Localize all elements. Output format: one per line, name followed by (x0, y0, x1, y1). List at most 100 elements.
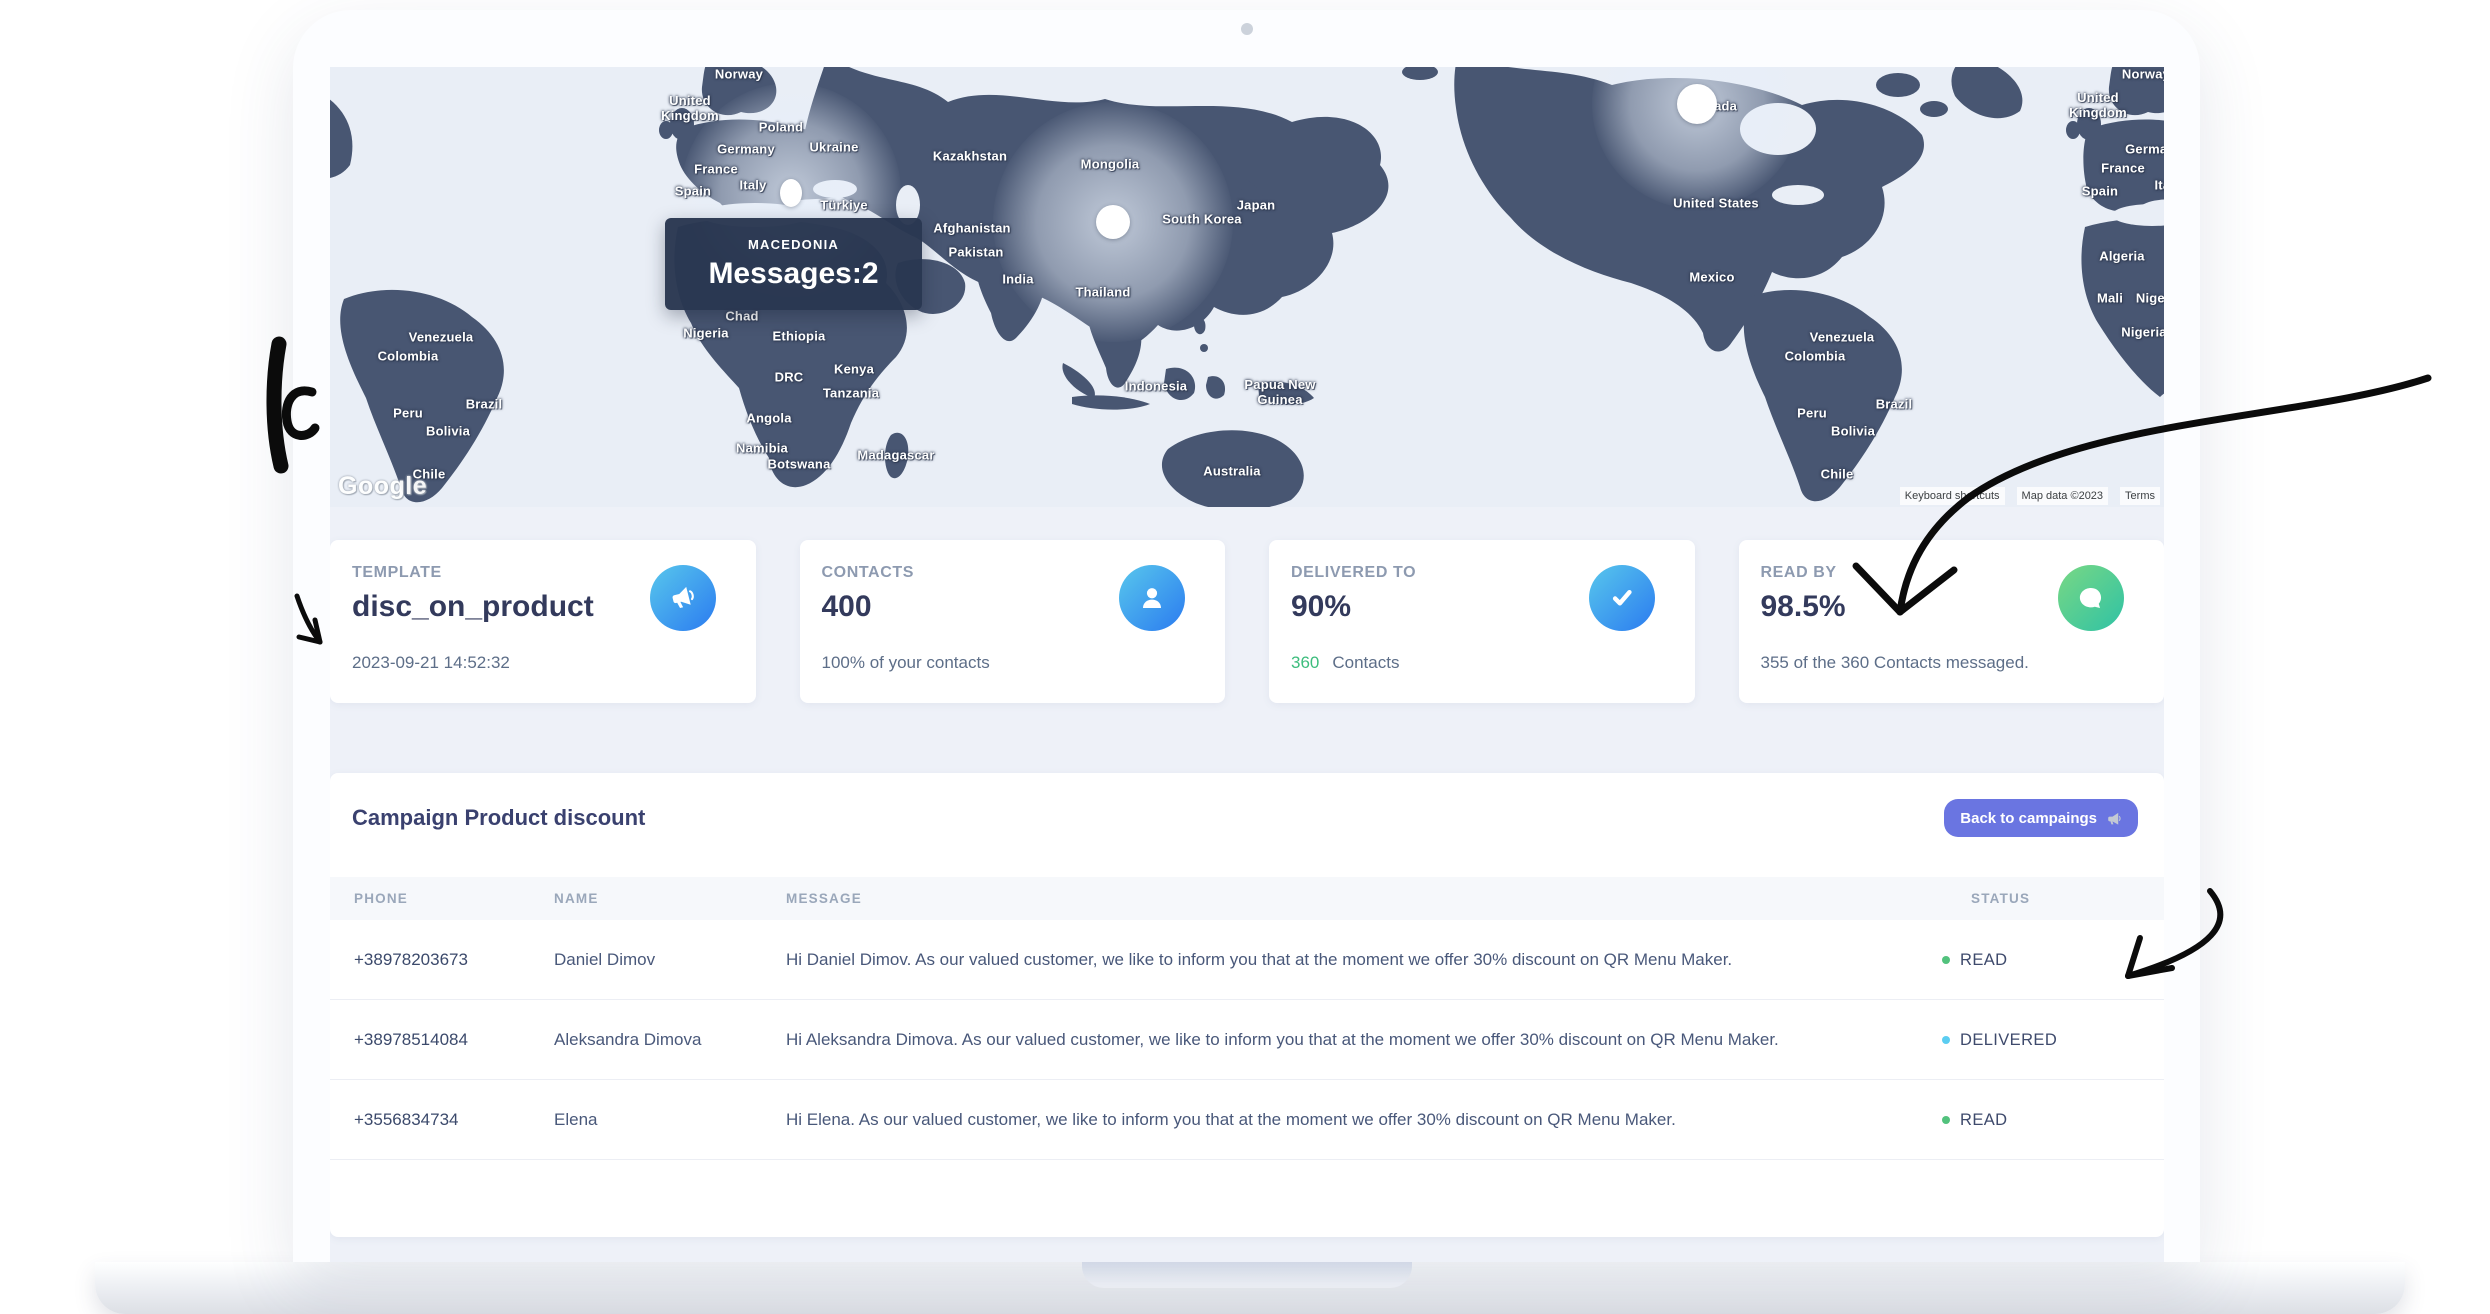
map-country-label: Spain (2082, 185, 2118, 200)
map-country-label: Nigeria (2121, 326, 2164, 341)
map-country-label: Botswana (767, 458, 830, 473)
check-icon (1604, 580, 1640, 616)
map-country-label: Venezuela (409, 331, 474, 346)
terms-link[interactable]: Terms (2120, 487, 2160, 505)
stat-subtext: 2023-09-21 14:52:32 (352, 653, 510, 673)
campaign-panel: Campaign Product discount Back to campai… (330, 773, 2164, 1237)
status-dot (1942, 1116, 1950, 1124)
stat-subtext-part: 355 of the 360 Contacts messaged. (1761, 653, 2029, 672)
map-country-label: Peru (1797, 407, 1827, 422)
status-label: READ (1960, 951, 2007, 970)
status-dot (1942, 956, 1950, 964)
stat-subtext-part: 100% of your contacts (822, 653, 990, 672)
map-country-label: Türkiye (820, 199, 868, 214)
map-country-label: Peru (393, 407, 423, 422)
back-to-campaigns-button[interactable]: Back to campaings (1944, 799, 2138, 837)
map-country-label: Colombia (1785, 350, 1846, 365)
map-country-label: Germany (717, 143, 775, 158)
map-country-label: Italy (739, 179, 766, 194)
map-country-label: Japan (1237, 199, 1276, 214)
cell-phone: +38978203673 (354, 920, 468, 1000)
map-country-label: United States (1673, 197, 1759, 212)
map-country-label: Australia (1203, 465, 1260, 480)
stat-subtext: 355 of the 360 Contacts messaged. (1761, 653, 2029, 673)
map-country-label: Bolivia (1831, 425, 1875, 440)
map-country-label: DRC (775, 371, 804, 386)
campaign-panel-header: Campaign Product discount Back to campai… (352, 791, 2138, 845)
map-marker-canada[interactable] (1677, 84, 1717, 124)
table-row[interactable]: +38978514084 Aleksandra Dimova Hi Aleksa… (330, 1000, 2164, 1080)
map-country-label: Papua New Guinea (1242, 378, 1318, 408)
map-country-label: Chile (1821, 468, 1854, 483)
cell-phone: +38978514084 (354, 1000, 468, 1080)
laptop-camera-dot (1241, 23, 1253, 35)
map-country-label: Spain (675, 185, 711, 200)
status-label: DELIVERED (1960, 1031, 2057, 1050)
stat-card: TEMPLATE disc_on_product 2023-09-21 14:5… (330, 540, 756, 703)
map-landmasses (330, 67, 2164, 507)
map-country-label: Indonesia (1125, 380, 1187, 395)
map-country-label: Norway (2122, 68, 2164, 83)
map-country-label: Mali (2097, 292, 2123, 307)
map-data-copyright: Map data ©2023 (2017, 487, 2109, 505)
map-country-label: Mongolia (1081, 158, 1140, 173)
megaphone-icon (2105, 810, 2122, 827)
stat-card: READ BY 98.5% 355 of the 360 Contacts me… (1739, 540, 2165, 703)
cell-status: DELIVERED (1942, 1000, 2057, 1080)
cell-phone: +3556834734 (354, 1080, 458, 1160)
map-country-label: Colombia (378, 350, 439, 365)
table-header-name: NAME (554, 877, 599, 920)
map-country-label: United Kingdom (658, 94, 722, 124)
tooltip-messages: Messages:2 (708, 257, 878, 291)
map-country-label: Brazil (1876, 398, 1913, 413)
page: NorwayUnited KingdomPolandGermanyUkraine… (0, 0, 2490, 1314)
laptop-notch (1082, 1262, 1412, 1288)
campaign-title: Campaign Product discount (352, 805, 645, 831)
cell-message: Hi Aleksandra Dimova. As our valued cust… (786, 1000, 1779, 1080)
map-country-label: France (694, 163, 738, 178)
map-marker-asia[interactable] (1096, 205, 1130, 239)
stat-card: DELIVERED TO 90% 360Contacts (1269, 540, 1695, 703)
cell-message: Hi Elena. As our valued customer, we lik… (786, 1080, 1676, 1160)
map-marker-macedonia[interactable] (780, 179, 802, 207)
map-country-label: Mexico (1689, 271, 1734, 286)
stat-subtext: 100% of your contacts (822, 653, 990, 673)
map-country-label: Namibia (736, 442, 788, 457)
stat-subtext-part: 360 (1291, 653, 1319, 672)
table-row[interactable]: +38978203673 Daniel Dimov Hi Daniel Dimo… (330, 920, 2164, 1000)
cell-name: Elena (554, 1080, 597, 1160)
map-country-label: Brazil (466, 398, 503, 413)
cell-message: Hi Daniel Dimov. As our valued customer,… (786, 920, 1732, 1000)
world-map[interactable]: NorwayUnited KingdomPolandGermanyUkraine… (330, 67, 2164, 507)
status-label: READ (1960, 1111, 2007, 1130)
megaphone-icon (665, 580, 701, 616)
table-header-status: STATUS (1971, 877, 2030, 920)
map-country-label: Afghanistan (933, 222, 1010, 237)
map-country-label: Madagascar (857, 449, 934, 464)
map-country-label: Norway (715, 68, 763, 83)
table-row[interactable]: +3556834734 Elena Hi Elena. As our value… (330, 1080, 2164, 1160)
map-country-label: Niger (2136, 292, 2164, 307)
map-country-label: Algeria (2099, 250, 2144, 265)
google-logo: Google (338, 472, 427, 501)
map-country-label: Kazakhstan (933, 150, 1007, 165)
map-country-label: Poland (759, 121, 804, 136)
cell-status: READ (1942, 920, 2007, 1000)
map-country-label: Nigeria (683, 327, 728, 342)
map-attribution: Keyboard shortcuts Map data ©2023 Terms (1900, 487, 2160, 505)
stat-subtext-part: 2023-09-21 14:52:32 (352, 653, 510, 672)
map-country-label: Pakistan (948, 246, 1003, 261)
map-country-label: United Kingdom (2066, 91, 2130, 121)
map-country-label: Kenya (834, 363, 874, 378)
map-country-label: India (1002, 273, 1033, 288)
keyboard-shortcuts-link[interactable]: Keyboard shortcuts (1900, 487, 2005, 505)
cell-status: READ (1942, 1080, 2007, 1160)
stat-subtext: 360Contacts (1291, 653, 1399, 673)
map-country-label: Ethiopia (773, 330, 826, 345)
stat-card: CONTACTS 400 100% of your contacts (800, 540, 1226, 703)
stat-icon-badge (650, 565, 716, 631)
table-header-row: PHONE NAME MESSAGE STATUS (330, 877, 2164, 920)
table-header-phone: PHONE (354, 877, 408, 920)
cell-name: Aleksandra Dimova (554, 1000, 701, 1080)
table-header-message: MESSAGE (786, 877, 862, 920)
